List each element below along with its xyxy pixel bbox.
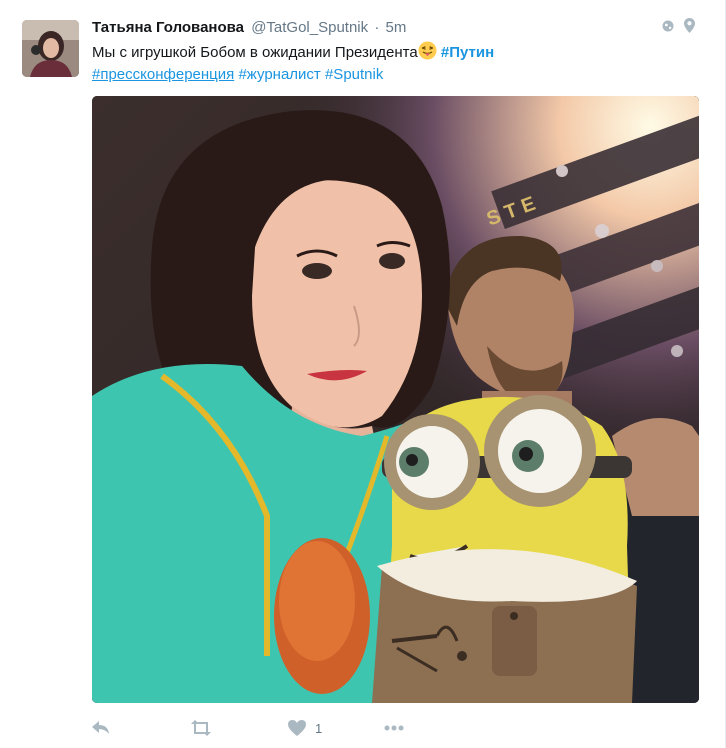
tweet-photo[interactable]: S T E bbox=[92, 96, 699, 703]
face-with-tongue-icon bbox=[418, 41, 437, 60]
tweet-text: Мы с игрушкой Бобом в ожидании Президент… bbox=[92, 41, 692, 86]
tweet-header: Татьяна Голованова @TatGol_Sputnik · 5m bbox=[92, 18, 665, 38]
like-button[interactable]: 1 bbox=[288, 720, 384, 736]
reply-icon bbox=[92, 721, 110, 735]
tweet-actions: 1 bbox=[92, 714, 404, 742]
reply-button[interactable] bbox=[92, 721, 190, 735]
hashtag-sputnik[interactable]: #Sputnik bbox=[325, 66, 383, 83]
location-pin-icon[interactable] bbox=[684, 18, 695, 38]
separator-dot: · bbox=[374, 19, 380, 36]
tweet-card[interactable]: Татьяна Голованова @TatGol_Sputnik · 5m … bbox=[0, 0, 726, 748]
avatar[interactable] bbox=[22, 20, 79, 77]
tweet-text-main: Мы с игрушкой Бобом в ожидании Президент… bbox=[92, 44, 418, 61]
hashtag-putin[interactable]: #Путин bbox=[441, 44, 494, 61]
more-icon bbox=[384, 725, 404, 731]
hashtag-pressconference[interactable]: #прессконференция bbox=[92, 66, 234, 83]
fullname[interactable]: Татьяна Голованова bbox=[92, 19, 244, 36]
like-count: 1 bbox=[315, 720, 323, 736]
username[interactable]: @TatGol_Sputnik bbox=[251, 19, 368, 36]
heart-icon bbox=[288, 720, 306, 736]
geo-icons bbox=[662, 18, 695, 38]
hashtag-journalist[interactable]: #журналист bbox=[238, 66, 320, 83]
timestamp[interactable]: 5m bbox=[385, 19, 406, 36]
retweet-icon bbox=[190, 720, 212, 736]
globe-icon[interactable] bbox=[662, 19, 674, 37]
more-button[interactable] bbox=[384, 725, 404, 731]
retweet-button[interactable] bbox=[190, 720, 288, 736]
